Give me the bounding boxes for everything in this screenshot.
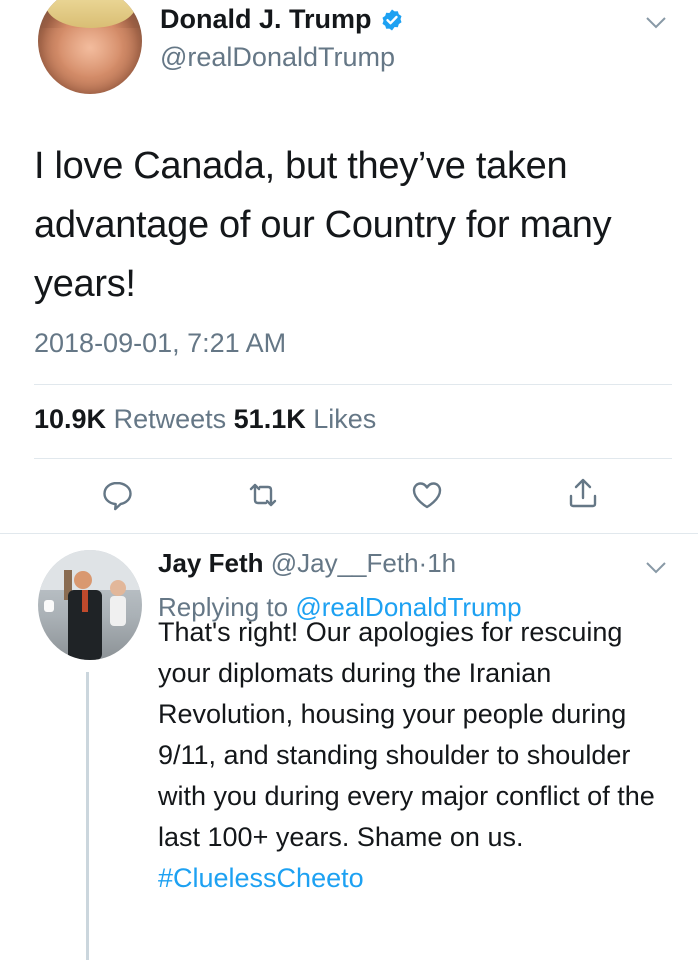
tweet-timestamp: 2018-09-01, 7:21 AM <box>34 328 287 358</box>
likes-count: 51.1K <box>233 404 306 434</box>
chevron-down-icon[interactable] <box>645 561 667 575</box>
author-name-row[interactable]: Donald J. Trump <box>160 4 404 35</box>
divider <box>34 458 672 459</box>
like-icon[interactable] <box>410 478 444 512</box>
retweets-stat[interactable]: 10.9K Retweets <box>34 404 226 434</box>
retweet-icon[interactable] <box>246 478 280 512</box>
tweet-stats: 10.9K Retweets 51.1K Likes <box>34 404 376 435</box>
likes-label: Likes <box>313 404 377 434</box>
reply-author-name[interactable]: Jay Feth <box>158 548 264 578</box>
retweets-count: 10.9K <box>34 404 107 434</box>
divider <box>0 533 698 534</box>
reply-text: That's right! Our apologies for rescuing… <box>158 612 678 899</box>
reply-icon[interactable] <box>100 478 134 512</box>
reply-author-handle[interactable]: @Jay__Feth <box>271 548 419 578</box>
divider <box>34 384 672 385</box>
reply-author-avatar[interactable] <box>38 550 142 660</box>
reply-hashtag[interactable]: #CluelessCheeto <box>158 863 364 893</box>
verified-badge-icon <box>382 9 402 30</box>
reply-avatar-image <box>38 550 142 660</box>
chevron-down-icon[interactable] <box>645 16 667 30</box>
thread-line <box>86 672 89 960</box>
reply-header: Jay Feth @Jay__Feth·1h <box>158 548 456 579</box>
reply-body: That's right! Our apologies for rescuing… <box>158 617 655 852</box>
retweets-label: Retweets <box>113 404 227 434</box>
author-avatar[interactable] <box>38 0 142 94</box>
author-name[interactable]: Donald J. Trump <box>160 4 372 35</box>
author-handle[interactable]: @realDonaldTrump <box>160 42 395 73</box>
share-icon[interactable] <box>566 476 600 510</box>
likes-stat[interactable]: 51.1K Likes <box>234 404 377 434</box>
reply-time[interactable]: 1h <box>427 548 456 578</box>
reply-separator: · <box>418 548 428 578</box>
tweet-text: I love Canada, but they’ve taken advanta… <box>34 145 612 305</box>
